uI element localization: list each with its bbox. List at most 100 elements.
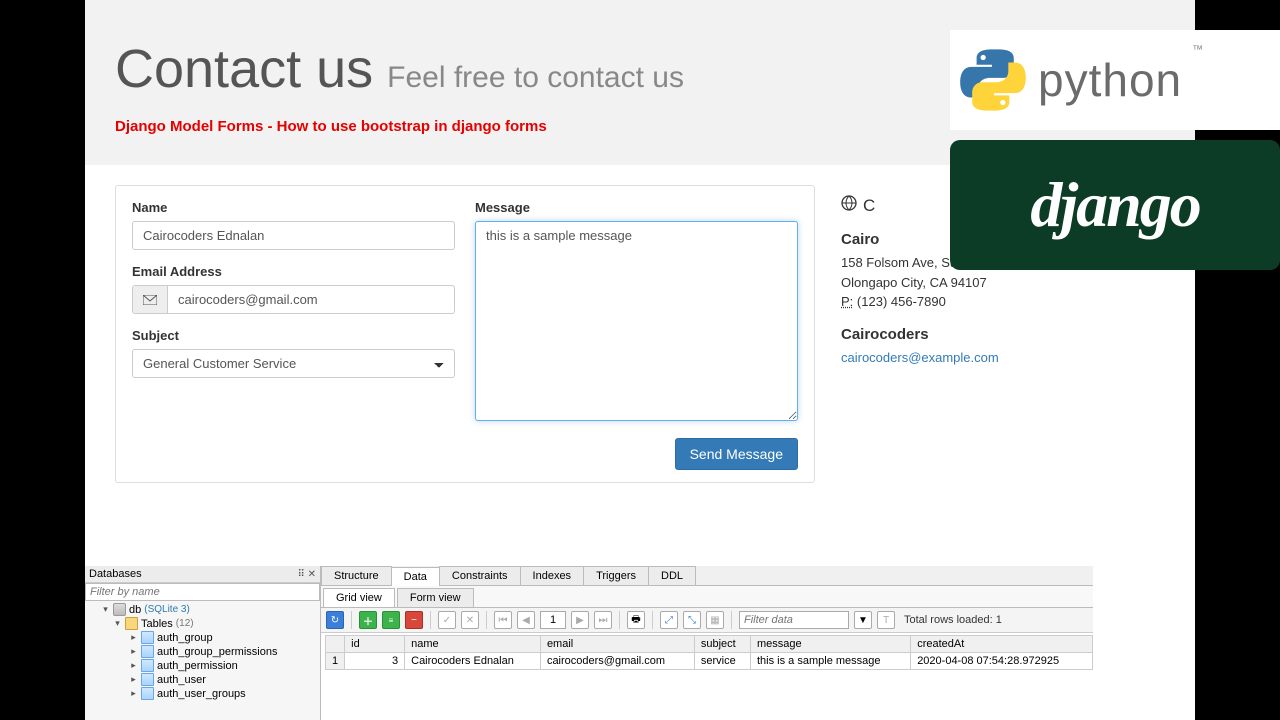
- chevron-down-icon[interactable]: ▾: [113, 619, 122, 628]
- table-node[interactable]: auth_group_permissions: [157, 646, 277, 658]
- name-input[interactable]: [132, 221, 455, 250]
- cell-rownum: 1: [326, 653, 345, 670]
- table-icon: [141, 659, 154, 672]
- office-hours-heading: C: [863, 193, 875, 219]
- subject-select[interactable]: General Customer Service: [132, 349, 455, 378]
- col-rownum: [326, 636, 345, 653]
- office-address-2: Olongapo City, CA 94107: [841, 273, 999, 293]
- filter-text-button[interactable]: T: [877, 611, 895, 629]
- page-subtitle: Feel free to contact us: [387, 61, 684, 95]
- image-view-button[interactable]: ▦: [706, 611, 724, 629]
- database-panel: Databases ⠿ ✕ ▾ db (SQLite 3) ▾ Tables (12…: [85, 566, 1093, 720]
- col-createdat[interactable]: createdAt: [911, 636, 1093, 653]
- print-button[interactable]: 🖶: [627, 611, 645, 629]
- cell-subject[interactable]: service: [694, 653, 750, 670]
- python-icon: [958, 45, 1028, 115]
- db-type: (SQLite 3): [144, 604, 190, 615]
- chevron-right-icon[interactable]: ▸: [129, 675, 138, 684]
- subject-label: Subject: [132, 328, 455, 343]
- subtab-form-view[interactable]: Form view: [397, 588, 474, 607]
- python-logo: python ™: [950, 30, 1280, 130]
- subtab-grid-view[interactable]: Grid view: [323, 588, 395, 607]
- data-grid[interactable]: id name email subject message createdAt …: [325, 635, 1093, 670]
- table-row[interactable]: 1 3 Cairocoders Ednalan cairocoders@gmai…: [326, 653, 1093, 670]
- table-icon: [141, 687, 154, 700]
- cell-id[interactable]: 3: [345, 653, 405, 670]
- table-node[interactable]: auth_user: [157, 674, 206, 686]
- col-name[interactable]: name: [405, 636, 541, 653]
- tab-structure[interactable]: Structure: [321, 566, 392, 585]
- first-page-button[interactable]: ⏮: [494, 611, 512, 629]
- database-icon: [113, 603, 126, 616]
- filter-button[interactable]: ▼: [854, 611, 872, 629]
- table-node[interactable]: auth_permission: [157, 660, 238, 672]
- db-filter-input[interactable]: [85, 583, 320, 601]
- add-row-button[interactable]: ＋: [359, 611, 377, 629]
- name-label: Name: [132, 200, 455, 215]
- email-input[interactable]: [167, 285, 455, 314]
- python-wordmark: python: [1038, 53, 1182, 107]
- phone-value: (123) 456-7890: [857, 294, 946, 309]
- tables-count: (12): [176, 618, 194, 629]
- expand-icon[interactable]: ⤢: [660, 611, 678, 629]
- contact-form-panel: Name Email Address Subject: [115, 185, 815, 483]
- python-trademark: ™: [1192, 44, 1203, 56]
- cell-email[interactable]: cairocoders@gmail.com: [540, 653, 694, 670]
- contact-person: Cairocoders: [841, 324, 999, 347]
- contact-email-link[interactable]: cairocoders@example.com: [841, 350, 999, 365]
- envelope-icon: [132, 285, 167, 314]
- folder-icon: [125, 617, 138, 630]
- chevron-down-icon[interactable]: ▾: [101, 605, 110, 614]
- page-title: Contact us: [115, 38, 373, 100]
- db-toolbar: ↻ ＋ ≡ − ✓ ✕ ⏮ ◀ ▶ ⏭ 🖶 ⤢ ⤡ ▦ ▼ T Total ro…: [321, 608, 1093, 633]
- collapse-icon[interactable]: ⤡: [683, 611, 701, 629]
- db-sub-tabs: Grid view Form view: [321, 586, 1093, 608]
- table-node[interactable]: auth_user_groups: [157, 688, 246, 700]
- table-icon: [141, 645, 154, 658]
- col-message[interactable]: message: [751, 636, 911, 653]
- db-name[interactable]: db: [129, 604, 141, 616]
- message-label: Message: [475, 200, 798, 215]
- delete-row-button[interactable]: −: [405, 611, 423, 629]
- tab-ddl[interactable]: DDL: [648, 566, 696, 585]
- total-rows-label: Total rows loaded: 1: [904, 614, 1002, 626]
- page-number-input[interactable]: [540, 611, 566, 629]
- table-icon: [141, 673, 154, 686]
- pin-icon[interactable]: ⠿: [298, 569, 305, 580]
- close-icon[interactable]: ✕: [308, 569, 316, 580]
- table-icon: [141, 631, 154, 644]
- refresh-button[interactable]: ↻: [326, 611, 344, 629]
- db-tree[interactable]: ▾db (SQLite 3) ▾Tables (12) ▸auth_group …: [85, 601, 320, 701]
- tables-node[interactable]: Tables: [141, 618, 173, 630]
- chevron-right-icon[interactable]: ▸: [129, 647, 138, 656]
- chevron-right-icon[interactable]: ▸: [129, 633, 138, 642]
- django-logo: django: [950, 140, 1280, 270]
- prev-page-button[interactable]: ◀: [517, 611, 535, 629]
- tab-triggers[interactable]: Triggers: [583, 566, 649, 585]
- chevron-right-icon[interactable]: ▸: [129, 689, 138, 698]
- rollback-button[interactable]: ✕: [461, 611, 479, 629]
- col-id[interactable]: id: [345, 636, 405, 653]
- db-panel-title: Databases: [89, 568, 142, 580]
- tab-indexes[interactable]: Indexes: [520, 566, 585, 585]
- commit-button[interactable]: ✓: [438, 611, 456, 629]
- filter-data-input[interactable]: [739, 611, 849, 629]
- cell-message[interactable]: this is a sample message: [751, 653, 911, 670]
- cell-name[interactable]: Cairocoders Ednalan: [405, 653, 541, 670]
- chevron-right-icon[interactable]: ▸: [129, 661, 138, 670]
- message-textarea[interactable]: [475, 221, 798, 421]
- tab-constraints[interactable]: Constraints: [439, 566, 521, 585]
- email-label: Email Address: [132, 264, 455, 279]
- next-page-button[interactable]: ▶: [571, 611, 589, 629]
- col-subject[interactable]: subject: [694, 636, 750, 653]
- last-page-button[interactable]: ⏭: [594, 611, 612, 629]
- cell-createdat[interactable]: 2020-04-08 07:54:28.972925: [911, 653, 1093, 670]
- phone-label: P:: [841, 294, 853, 309]
- globe-icon: [841, 193, 857, 219]
- add-rows-button[interactable]: ≡: [382, 611, 400, 629]
- table-node[interactable]: auth_group: [157, 632, 213, 644]
- tab-data[interactable]: Data: [391, 567, 440, 586]
- col-email[interactable]: email: [540, 636, 694, 653]
- send-message-button[interactable]: Send Message: [675, 438, 798, 470]
- db-tree-panel: Databases ⠿ ✕ ▾ db (SQLite 3) ▾ Tables (12…: [85, 566, 321, 720]
